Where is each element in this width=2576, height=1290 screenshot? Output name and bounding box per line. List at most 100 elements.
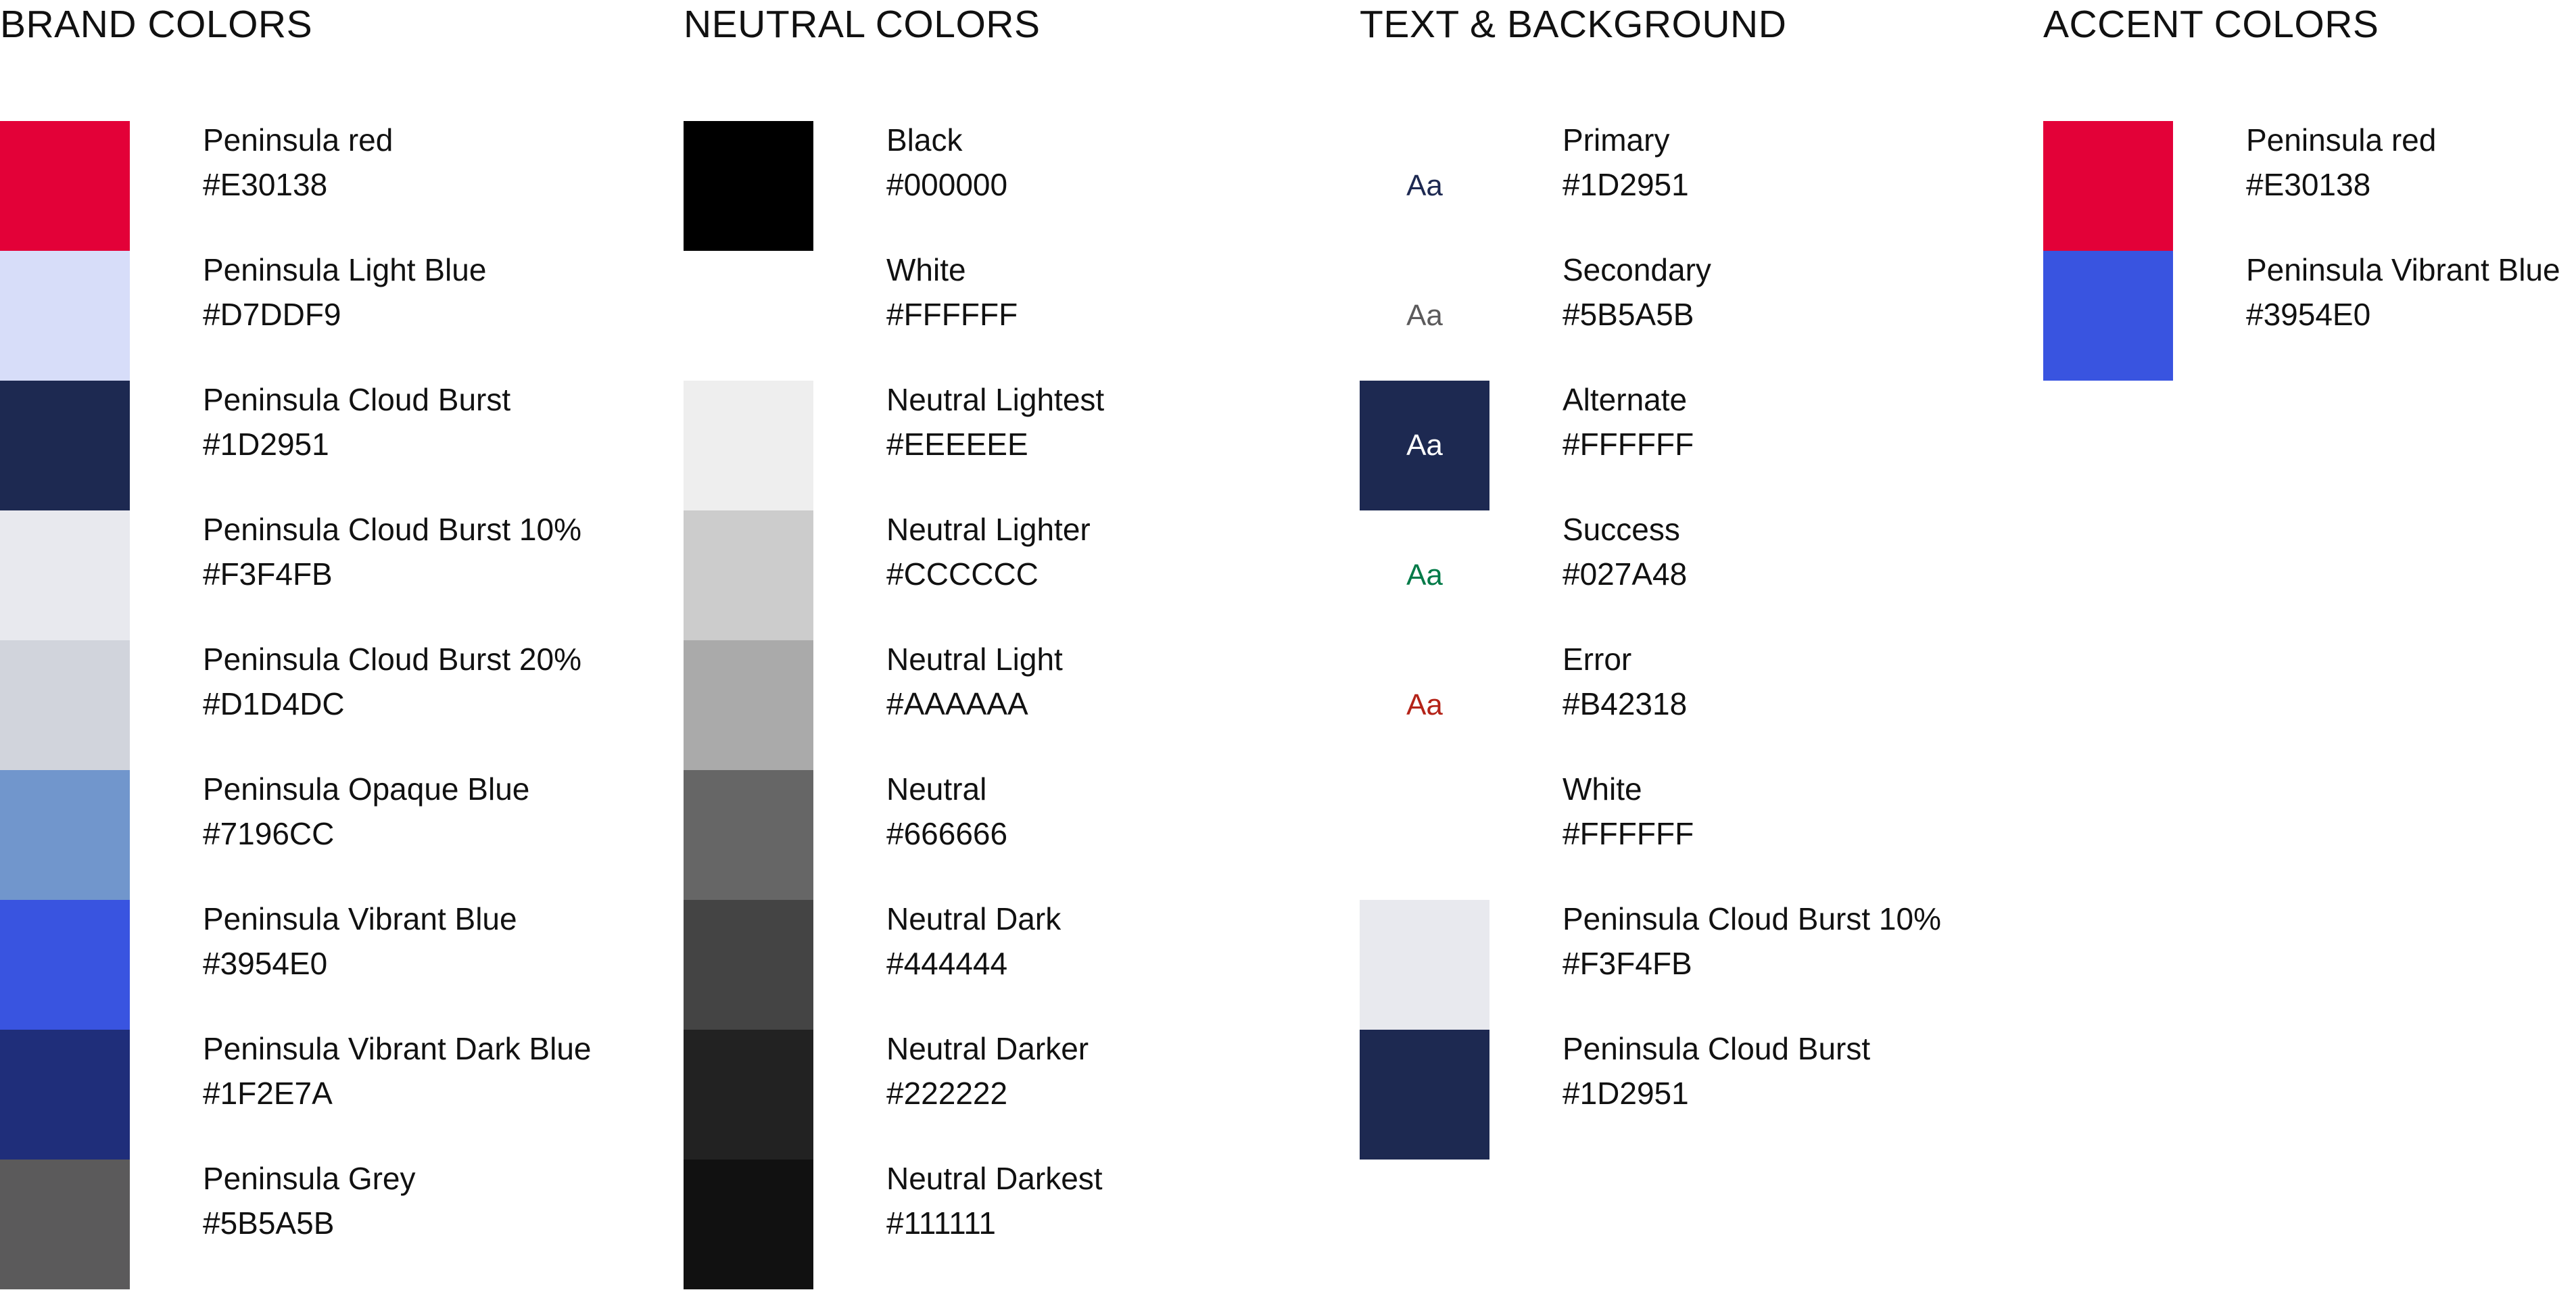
accent-color-row-peninsula-vibrant-blue: Peninsula Vibrant Blue #3954E0 — [2043, 251, 2571, 381]
color-swatch — [0, 640, 130, 770]
color-name: Neutral Light — [886, 642, 1063, 677]
text-background-title: TEXT & BACKGROUND — [1360, 3, 1787, 46]
neutral-color-row-neutral-dark: Neutral Dark #444444 — [684, 900, 1211, 1030]
color-name: Peninsula Grey — [203, 1161, 416, 1196]
color-name: Success — [1563, 512, 1680, 547]
color-hex: #FFFFFF — [886, 297, 1018, 332]
neutral-color-row-neutral-light: Neutral Light #AAAAAA — [684, 640, 1211, 770]
color-swatch — [1360, 900, 1489, 1030]
brand-color-row-peninsula-red: Peninsula red #E30138 — [0, 121, 527, 251]
color-hex: #666666 — [886, 816, 1008, 851]
color-hex: #F3F4FB — [203, 556, 333, 592]
color-name: Alternate — [1563, 382, 1688, 417]
neutral-color-row-neutral: Neutral #666666 — [684, 770, 1211, 900]
color-hex: #D1D4DC — [203, 686, 345, 721]
brand-color-row-peninsula-light-blue: Peninsula Light Blue #D7DDF9 — [0, 251, 527, 381]
neutral-color-row-neutral-darker: Neutral Darker #222222 — [684, 1030, 1211, 1160]
color-name: Peninsula Vibrant Dark Blue — [203, 1031, 592, 1066]
text-sample: Aa — [1406, 688, 1443, 721]
color-name: Peninsula Vibrant Blue — [203, 901, 517, 936]
text-sample: Aa — [1406, 558, 1443, 592]
color-hex: #222222 — [886, 1076, 1008, 1111]
neutral-color-row-black: Black #000000 — [684, 121, 1211, 251]
color-swatch: Aa — [1360, 640, 1489, 770]
color-hex: #D7DDF9 — [203, 297, 341, 332]
brand-color-row-peninsula-vibrant-blue: Peninsula Vibrant Blue #3954E0 — [0, 900, 527, 1030]
color-hex: #FFFFFF — [1563, 427, 1694, 462]
neutral-color-row-white: White #FFFFFF — [684, 251, 1211, 381]
color-swatch: Aa — [1360, 121, 1489, 251]
brand-color-row-peninsula-grey: Peninsula Grey #5B5A5B — [0, 1160, 527, 1289]
neutral-color-row-neutral-lighter: Neutral Lighter #CCCCCC — [684, 510, 1211, 640]
color-name: Peninsula Cloud Burst — [203, 382, 511, 417]
color-swatch — [684, 770, 813, 900]
neutral-colors-list: Black #000000 White #FFFFFF Neutral Ligh… — [684, 121, 1211, 1289]
color-swatch — [684, 510, 813, 640]
color-hex: #1F2E7A — [203, 1076, 333, 1111]
color-swatch — [0, 1030, 130, 1160]
color-hex: #7196CC — [203, 816, 335, 851]
color-hex: #111111 — [886, 1205, 997, 1241]
color-hex: #5B5A5B — [203, 1205, 335, 1241]
color-swatch: Aa — [1360, 510, 1489, 640]
color-swatch — [684, 381, 813, 510]
color-swatch: Aa — [1360, 251, 1489, 381]
color-swatch — [1360, 1030, 1489, 1160]
background-color-row-white: White #FFFFFF — [1360, 770, 1887, 900]
color-swatch: Aa — [1360, 381, 1489, 510]
color-swatch — [1360, 770, 1489, 900]
color-hex: #027A48 — [1563, 556, 1688, 592]
color-hex: #5B5A5B — [1563, 297, 1694, 332]
color-swatch — [0, 770, 130, 900]
brand-color-row-peninsula-cloud-burst-20: Peninsula Cloud Burst 20% #D1D4DC — [0, 640, 581, 770]
text-color-row-alternate: Aa Alternate #FFFFFF — [1360, 381, 1887, 510]
background-color-row-cloud-burst-10: Peninsula Cloud Burst 10% #F3F4FB — [1360, 900, 1941, 1030]
color-swatch — [0, 510, 130, 640]
color-hex: #000000 — [886, 167, 1008, 202]
color-hex: #E30138 — [2246, 167, 2371, 202]
color-hex: #B42318 — [1563, 686, 1688, 721]
color-swatch — [0, 900, 130, 1030]
color-hex: #AAAAAA — [886, 686, 1028, 721]
brand-colors-title: BRAND COLORS — [0, 3, 313, 46]
color-name: Peninsula Cloud Burst 20% — [203, 642, 581, 677]
text-color-row-error: Aa Error #B42318 — [1360, 640, 1887, 770]
color-hex: #FFFFFF — [1563, 816, 1694, 851]
color-hex: #CCCCCC — [886, 556, 1039, 592]
color-swatch — [684, 251, 813, 381]
color-name: Neutral Lighter — [886, 512, 1091, 547]
color-swatch — [0, 381, 130, 510]
color-name: Peninsula Light Blue — [203, 252, 487, 287]
color-name: Neutral Lightest — [886, 382, 1105, 417]
text-color-row-primary: Aa Primary #1D2951 — [1360, 121, 1887, 251]
color-swatch — [0, 121, 130, 251]
color-name: Neutral Dark — [886, 901, 1062, 936]
color-hex: #EEEEEE — [886, 427, 1028, 462]
brand-color-row-peninsula-cloud-burst: Peninsula Cloud Burst #1D2951 — [0, 381, 527, 510]
color-name: Neutral Darkest — [886, 1161, 1103, 1196]
color-name: Peninsula Cloud Burst 10% — [1563, 901, 1941, 936]
text-sample: Aa — [1406, 429, 1443, 462]
color-name: Black — [886, 122, 963, 158]
color-name: Neutral Darker — [886, 1031, 1089, 1066]
color-swatch — [2043, 121, 2173, 251]
color-swatch — [684, 900, 813, 1030]
color-swatch — [684, 1160, 813, 1289]
brand-color-row-peninsula-vibrant-dark-blue: Peninsula Vibrant Dark Blue #1F2E7A — [0, 1030, 591, 1160]
color-name: Neutral — [886, 771, 987, 807]
color-name: White — [886, 252, 966, 287]
color-name: Error — [1563, 642, 1632, 677]
accent-colors-list: Peninsula red #E30138 Peninsula Vibrant … — [2043, 121, 2571, 381]
text-sample: Aa — [1406, 299, 1443, 332]
color-swatch — [684, 1030, 813, 1160]
color-hex: #E30138 — [203, 167, 328, 202]
color-name: Peninsula red — [2246, 122, 2437, 158]
color-hex: #444444 — [886, 946, 1008, 981]
color-swatch — [0, 1160, 130, 1289]
color-name: Peninsula Vibrant Blue — [2246, 252, 2560, 287]
color-name: Secondary — [1563, 252, 1711, 287]
neutral-color-row-neutral-darkest: Neutral Darkest #111111 — [684, 1160, 1211, 1289]
color-swatch — [2043, 251, 2173, 381]
neutral-color-row-neutral-lightest: Neutral Lightest #EEEEEE — [684, 381, 1211, 510]
color-hex: #1D2951 — [1563, 1076, 1689, 1111]
